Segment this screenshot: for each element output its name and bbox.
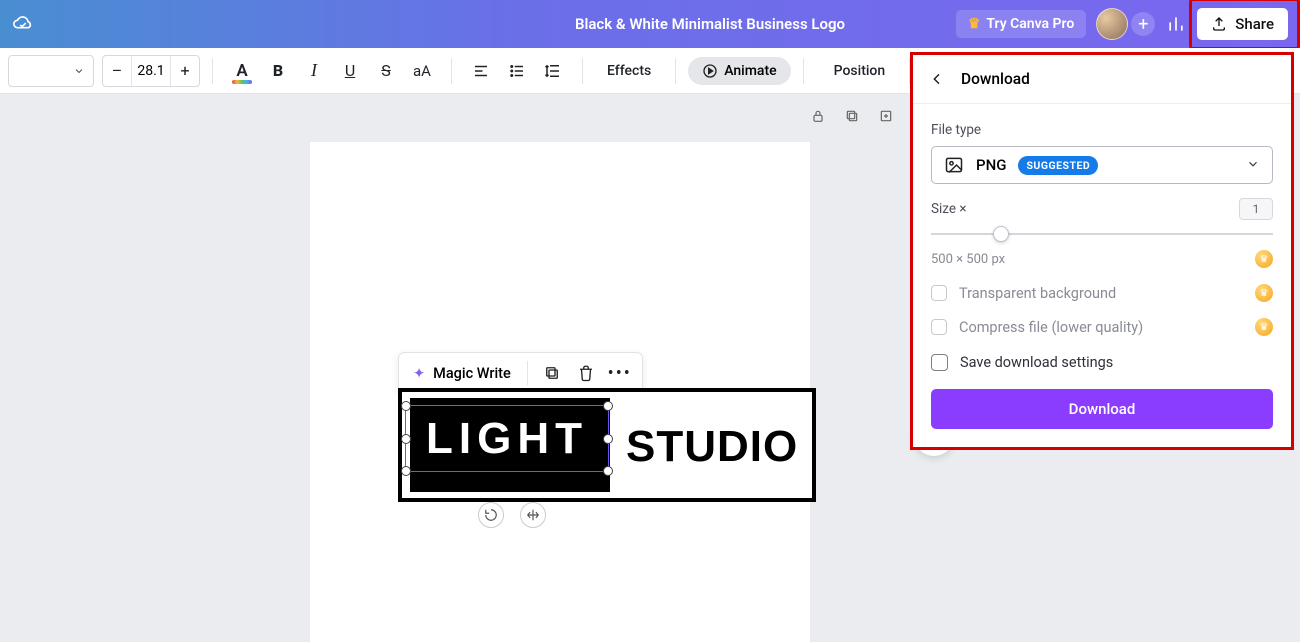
canvas-area	[0, 94, 908, 582]
insights-icon[interactable]	[1165, 13, 1187, 35]
play-circle-icon	[702, 63, 718, 79]
avatar[interactable]	[1096, 8, 1128, 40]
spacing-button[interactable]	[536, 54, 570, 88]
cloud-sync-icon[interactable]	[12, 13, 34, 35]
back-button[interactable]	[927, 69, 947, 89]
more-button[interactable]: •••	[606, 359, 634, 387]
duplicate-page-icon[interactable]	[842, 106, 862, 126]
list-button[interactable]	[500, 54, 534, 88]
resize-handle[interactable]	[603, 434, 613, 444]
try-pro-label: Try Canva Pro	[986, 16, 1074, 32]
animate-button[interactable]: Animate	[688, 57, 790, 85]
align-button[interactable]	[464, 54, 498, 88]
save-settings-option[interactable]: Save download settings	[931, 354, 1273, 371]
lock-page-icon[interactable]	[808, 106, 828, 126]
compress-option[interactable]: Compress file (lower quality) ♛	[931, 318, 1273, 336]
share-button[interactable]: Share	[1197, 8, 1288, 40]
suggested-badge: SUGGESTED	[1018, 156, 1098, 175]
file-type-label: File type	[931, 122, 1273, 138]
font-family-select[interactable]	[8, 55, 94, 87]
text-case-button[interactable]: aA	[405, 54, 439, 88]
studio-text[interactable]: STUDIO	[626, 422, 798, 472]
size-label: Size ×	[931, 201, 967, 217]
effects-button[interactable]: Effects	[595, 54, 663, 88]
resize-handle[interactable]	[603, 401, 613, 411]
download-button[interactable]: Download	[931, 389, 1273, 429]
checkbox[interactable]	[931, 285, 947, 301]
panel-title: Download	[961, 70, 1030, 88]
size-slider[interactable]	[931, 224, 1273, 244]
share-label: Share	[1235, 15, 1274, 33]
slider-thumb[interactable]	[993, 226, 1009, 242]
document-title[interactable]: Black & White Minimalist Business Logo	[575, 15, 845, 33]
pro-badge-icon: ♛	[1255, 250, 1273, 268]
font-size-increase[interactable]: +	[171, 56, 199, 86]
delete-button[interactable]	[572, 359, 600, 387]
size-multiplier[interactable]: 1	[1239, 198, 1273, 220]
resize-handle[interactable]	[603, 466, 613, 476]
dimensions-text: 500 × 500 px	[931, 252, 1005, 267]
underline-button[interactable]: U	[333, 54, 367, 88]
add-member-button[interactable]: +	[1131, 12, 1155, 36]
image-icon	[944, 155, 964, 175]
font-size-decrease[interactable]: –	[103, 56, 131, 86]
checkbox[interactable]	[931, 354, 948, 371]
italic-button[interactable]: I	[297, 54, 331, 88]
resize-handle[interactable]	[401, 401, 411, 411]
add-page-icon[interactable]	[876, 106, 896, 126]
chevron-down-icon	[1246, 156, 1260, 175]
rotate-handle[interactable]	[478, 502, 504, 528]
pro-badge-icon: ♛	[1255, 284, 1273, 302]
checkbox[interactable]	[931, 319, 947, 335]
move-handle[interactable]	[520, 502, 546, 528]
top-header: Black & White Minimalist Business Logo ♛…	[0, 0, 1300, 48]
position-button[interactable]: Position	[822, 54, 898, 88]
chevron-down-icon	[73, 65, 85, 77]
duplicate-button[interactable]	[538, 359, 566, 387]
sparkle-icon: ✦	[413, 365, 425, 382]
pro-badge-icon: ♛	[1255, 318, 1273, 336]
text-color-button[interactable]: A	[225, 54, 259, 88]
file-type-select[interactable]: PNG SUGGESTED	[931, 146, 1273, 184]
page-tools	[808, 106, 896, 126]
bold-button[interactable]: B	[261, 54, 295, 88]
font-size-value[interactable]: 28.1	[131, 56, 171, 86]
resize-handle[interactable]	[401, 466, 411, 476]
strikethrough-button[interactable]: S	[369, 54, 403, 88]
selection-outline	[405, 405, 609, 472]
try-pro-button[interactable]: ♛ Try Canva Pro	[956, 10, 1086, 38]
crown-icon: ♛	[968, 16, 981, 32]
file-type-value: PNG	[976, 156, 1006, 174]
font-size-stepper: – 28.1 +	[102, 55, 200, 87]
upload-icon	[1211, 16, 1227, 32]
resize-handle[interactable]	[401, 434, 411, 444]
download-panel: Download File type PNG SUGGESTED Size × …	[910, 52, 1294, 450]
magic-write-button[interactable]: ✦ Magic Write	[407, 365, 517, 382]
transparent-bg-option[interactable]: Transparent background ♛	[931, 284, 1273, 302]
